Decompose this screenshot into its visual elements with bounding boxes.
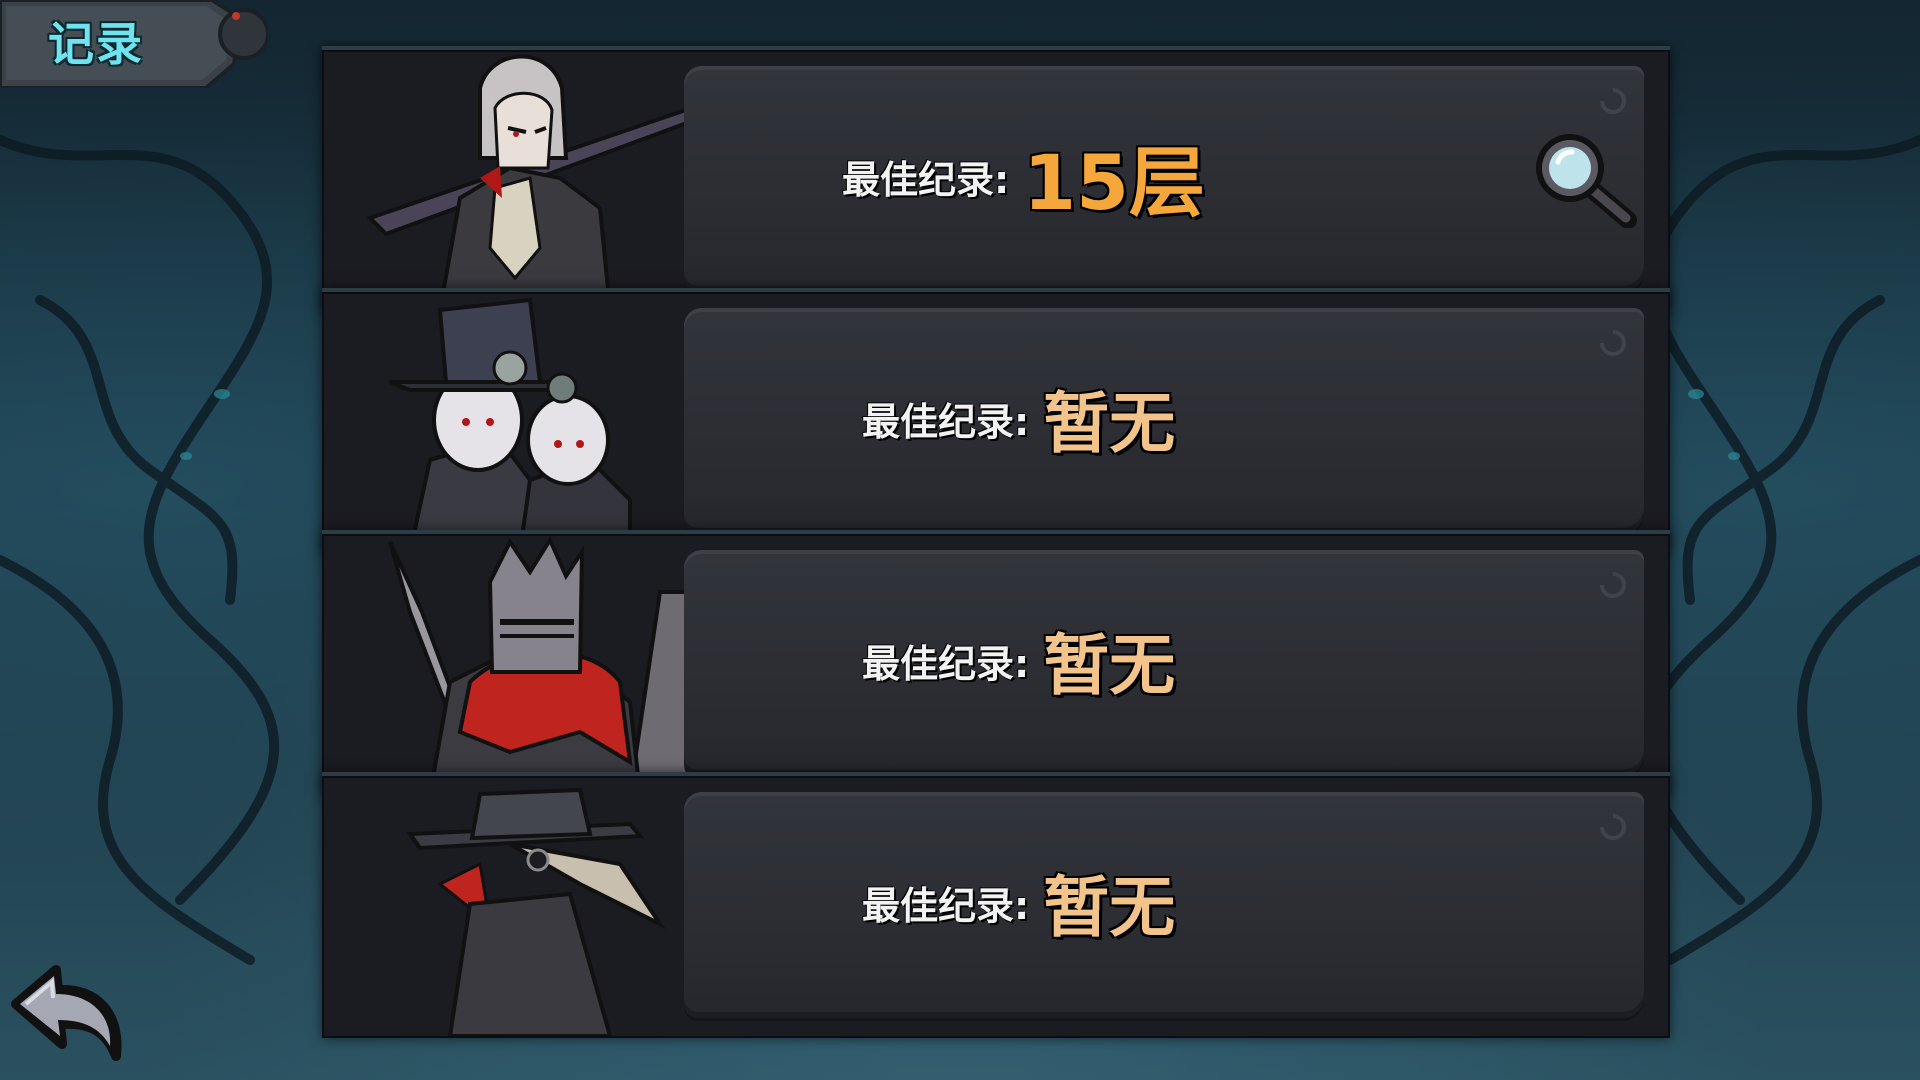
record-row[interactable]: 最佳纪录: 15层 <box>300 40 1690 312</box>
back-arrow-icon[interactable] <box>6 964 124 1064</box>
record-value: 暂无 <box>1043 627 1176 704</box>
record-label: 最佳纪录: <box>842 157 1010 202</box>
record-text: 最佳纪录: 暂无 <box>862 282 1175 554</box>
record-label: 最佳纪录: <box>862 641 1030 686</box>
magnifier-icon[interactable] <box>1528 128 1638 229</box>
record-value: 15层 <box>1023 138 1205 227</box>
record-text: 最佳纪录: 15层 <box>842 40 1205 312</box>
record-label: 最佳纪录: <box>862 399 1030 444</box>
record-row[interactable]: 最佳纪录: 暂无 <box>300 524 1690 796</box>
record-row[interactable]: 最佳纪录: 暂无 <box>300 282 1690 554</box>
record-row[interactable]: 最佳纪录: 暂无 <box>300 766 1690 1038</box>
record-list[interactable]: 最佳纪录: 15层 最佳纪录: 暂无 最佳纪录: 暂无 最佳纪录: 暂无 <box>300 40 1690 1080</box>
page-title: 记录 <box>48 17 144 71</box>
record-text: 最佳纪录: 暂无 <box>862 766 1175 1038</box>
record-value: 暂无 <box>1043 385 1176 462</box>
record-text: 最佳纪录: 暂无 <box>862 524 1175 796</box>
record-label: 最佳纪录: <box>862 883 1030 928</box>
title-plate: 记录 <box>0 0 268 88</box>
record-value: 暂无 <box>1043 869 1176 946</box>
